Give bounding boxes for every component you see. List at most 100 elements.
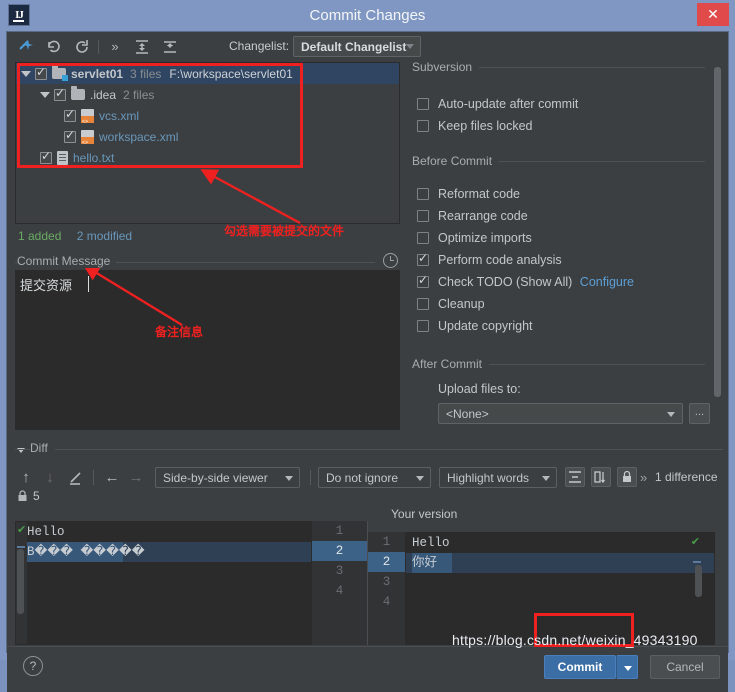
diff-left-pane[interactable]: ✔ Hello B��� ����� [15,521,312,645]
option-label: Check TODO (Show All) [438,275,573,289]
cancel-button[interactable]: Cancel [650,655,720,679]
checkbox[interactable] [417,232,429,244]
scrollbar-thumb[interactable] [695,565,702,597]
clock-icon[interactable] [383,253,398,268]
annotation-tree-note: 勾选需要被提交的文件 [224,224,345,238]
diff-right-line: 你好 [412,556,438,570]
table-row[interactable]: servlet01 3 files F:\workspace\servlet01 [16,63,399,84]
checkbox[interactable] [417,251,429,266]
more-icon[interactable]: » [640,470,647,485]
configure-link[interactable]: Configure [580,275,634,289]
checkbox[interactable] [417,188,429,200]
changes-toolbar: » Changelist: Default Changelist [7,32,728,62]
checkbox[interactable] [64,107,76,122]
commit-message-input[interactable]: 提交资源 [15,270,400,430]
cleanup-option[interactable]: Cleanup [417,297,485,311]
option-label: Cleanup [438,297,485,311]
keep-files-locked-option[interactable]: Keep files locked [417,119,533,133]
upload-target-dropdown[interactable]: <None> [438,403,683,424]
checkbox[interactable] [417,298,429,310]
collapse-lines-icon[interactable] [565,467,585,487]
line-number: 1 [335,524,344,538]
chevron-down-icon [624,666,632,671]
update-copyright-option[interactable]: Update copyright [417,319,533,333]
added-count: 1 added [18,229,62,243]
optimize-imports-option[interactable]: Optimize imports [417,231,532,245]
checkbox[interactable] [417,210,429,222]
rearrange-code-option[interactable]: Rearrange code [417,209,528,223]
arrow-left-icon[interactable]: ← [103,469,121,487]
checkbox[interactable] [417,120,429,132]
watermark-text: https://blog.csdn.net/weixin_49343190 [452,632,698,648]
tree-item-meta: 2 files [123,87,155,102]
table-row[interactable]: .idea 2 files [16,84,399,105]
lock-icon[interactable] [617,467,637,487]
close-icon[interactable]: ✕ [697,3,729,26]
lock-icon [17,490,28,505]
new-changelist-icon[interactable] [17,38,35,56]
checkbox[interactable] [417,273,429,288]
tree-item-name: workspace.xml [99,129,179,144]
diff-toolbar: ↑ ↓ ← → Side-by-side viewer Do not ignor… [15,464,723,504]
collapse-all-icon[interactable] [161,38,179,56]
checkbox[interactable] [417,320,429,332]
highlight-mode-value: Highlight words [447,471,530,485]
ignore-mode-dropdown[interactable]: Do not ignore [318,467,431,488]
perform-code-analysis-option[interactable]: Perform code analysis [417,251,562,267]
checkbox[interactable] [54,86,66,101]
browse-button[interactable]: ... [689,403,710,424]
line-number: 4 [335,584,344,598]
more-icon[interactable]: » [106,38,124,56]
before-commit-group-title: Before Commit [412,154,500,168]
checkbox[interactable] [64,128,76,143]
expand-all-icon[interactable] [133,38,151,56]
text-caret [88,276,89,292]
arrow-right-icon[interactable]: → [127,469,145,487]
scrollbar-thumb[interactable] [714,67,721,397]
arrow-up-icon[interactable]: ↑ [17,469,35,487]
arrow-down-icon[interactable]: ↓ [41,469,59,487]
chevron-down-icon[interactable] [21,70,31,77]
options-scrollbar[interactable] [714,65,721,435]
line-number: 1 [382,535,391,549]
diff-left-line-numbers: 1 2 3 4 [312,521,368,645]
commit-message-label: Commit Message [17,254,117,268]
checkbox[interactable] [40,149,52,164]
diff-right-pane[interactable]: Hello 你好 ✔ [405,532,715,645]
table-row[interactable]: hello.txt [16,147,399,168]
chevron-down-icon[interactable] [40,91,50,98]
checkbox[interactable] [417,98,429,110]
checkbox[interactable] [35,65,47,80]
table-row[interactable]: vcs.xml [16,105,399,126]
rollback-icon[interactable] [45,38,63,56]
align-columns-icon[interactable] [591,467,611,487]
tree-item-name: .idea [90,87,117,102]
option-label: Reformat code [438,187,520,201]
scrollbar-thumb[interactable] [17,549,24,614]
folder-icon [71,86,85,100]
upload-files-label: Upload files to: [438,382,521,396]
auto-update-after-commit-option[interactable]: Auto-update after commit [417,97,579,111]
folder-icon [52,65,68,81]
commit-button[interactable]: Commit [544,655,616,679]
check-icon: ✔ [690,536,700,548]
changed-files-tree[interactable]: servlet01 3 files F:\workspace\servlet01… [15,62,400,224]
viewer-mode-value: Side-by-side viewer [163,471,268,485]
diff-left-line: B��� ����� [27,545,145,559]
highlight-mode-dropdown[interactable]: Highlight words [439,467,557,488]
changelist-dropdown[interactable]: Default Changelist [293,36,421,57]
table-row[interactable]: workspace.xml [16,126,399,147]
after-commit-group-title: After Commit [412,357,490,371]
chevron-down-icon [667,412,675,417]
refresh-icon[interactable] [73,38,91,56]
help-button[interactable]: ? [23,656,43,676]
viewer-mode-dropdown[interactable]: Side-by-side viewer [155,467,300,488]
reformat-code-option[interactable]: Reformat code [417,187,520,201]
diff-right-line: Hello [412,536,450,550]
subversion-group-title: Subversion [412,60,480,74]
pencil-icon[interactable] [67,469,85,487]
commit-options-button[interactable] [616,655,638,679]
diff-changed-row-background [406,553,714,573]
check-todo-option[interactable]: Check TODO (Show All) Configure [417,273,634,289]
option-label: Auto-update after commit [438,97,579,111]
